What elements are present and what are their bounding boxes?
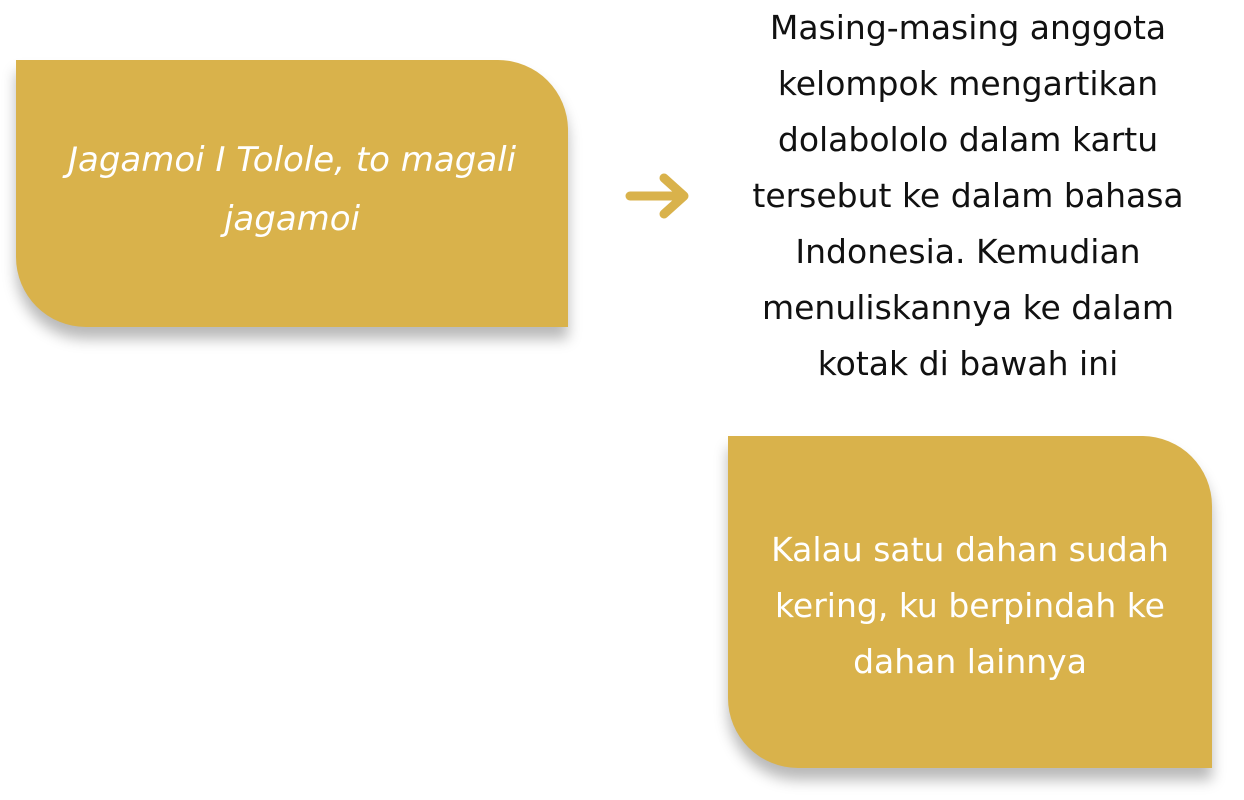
left-card: Jagamoi I Tolole, to magali jagamoi (16, 60, 568, 327)
right-card: Kalau satu dahan sudah kering, ku berpin… (728, 436, 1212, 768)
instruction-text: Masing-masing anggota kelompok mengartik… (752, 8, 1184, 383)
right-card-text: Kalau satu dahan sudah kering, ku berpin… (771, 530, 1169, 681)
arrow-right-icon (625, 173, 689, 219)
left-card-text: Jagamoi I Tolole, to magali jagamoi (67, 139, 517, 239)
